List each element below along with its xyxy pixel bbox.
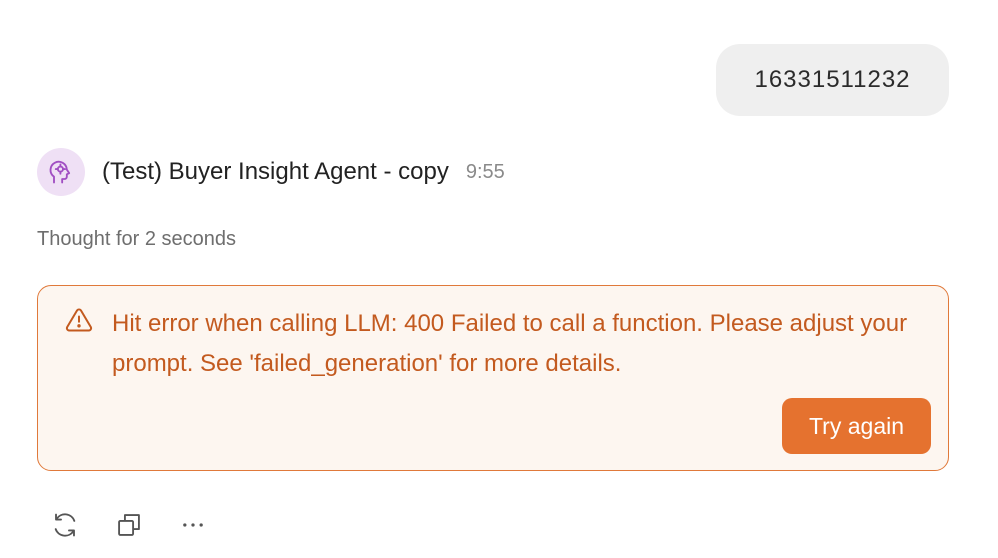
user-message-text: 16331511232 <box>754 66 911 93</box>
warning-triangle-icon <box>65 308 93 332</box>
thought-duration: Thought for 2 seconds <box>37 228 237 250</box>
error-message: Hit error when calling LLM: 400 Failed t… <box>112 310 908 377</box>
refresh-icon <box>54 513 76 537</box>
agent-header: (Test) Buyer Insight Agent - copy 9:55 <box>37 148 505 196</box>
regenerate-button[interactable] <box>46 506 84 544</box>
try-again-button[interactable]: Try again <box>782 398 931 454</box>
head-gears-icon <box>49 160 71 184</box>
copy-icon <box>118 514 140 536</box>
more-options-button[interactable] <box>174 506 212 544</box>
message-actions <box>46 506 238 544</box>
agent-name: (Test) Buyer Insight Agent - copy <box>102 158 449 185</box>
chat-page: 16331511232 (Test) Buyer Insight Agent -… <box>0 0 998 558</box>
more-icon <box>183 523 203 527</box>
copy-button[interactable] <box>110 506 148 544</box>
message-timestamp: 9:55 <box>465 160 505 183</box>
error-alert: Hit error when calling LLM: 400 Failed t… <box>37 285 949 471</box>
agent-avatar <box>37 148 85 196</box>
user-message-bubble: 16331511232 <box>716 44 949 116</box>
